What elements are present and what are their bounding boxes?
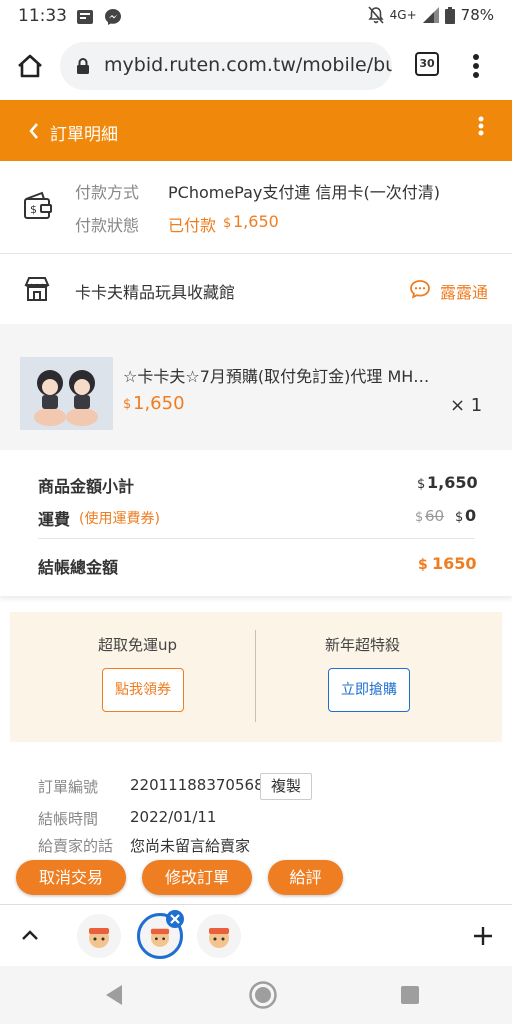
buy-now-button[interactable]: 立即搶購 bbox=[328, 668, 410, 712]
product-thumbnail bbox=[20, 357, 113, 430]
network-type: 4G+ bbox=[389, 8, 417, 22]
payment-status-label: 付款狀態 bbox=[75, 216, 140, 235]
shop-name: 卡卡夫精品玩具收藏館 bbox=[75, 283, 236, 302]
battery-percent: 78% bbox=[460, 6, 494, 24]
product-price: 1,650 bbox=[133, 393, 185, 414]
subtotal-value: 1,650 bbox=[427, 473, 478, 492]
product-quantity: × 1 bbox=[450, 395, 483, 416]
promo-right-title: 新年超特殺 bbox=[325, 636, 401, 654]
message-label: 給賣家的話 bbox=[38, 837, 114, 855]
status-time: 11:33 bbox=[18, 6, 67, 26]
payment-currency: $ bbox=[223, 216, 232, 231]
promo-divider bbox=[255, 630, 256, 722]
copy-button[interactable]: 複製 bbox=[260, 773, 312, 800]
messenger-icon bbox=[105, 9, 121, 25]
subtotal-label: 商品金額小計 bbox=[38, 477, 135, 496]
subtotal-currency: $ bbox=[417, 477, 426, 492]
payment-method-label: 付款方式 bbox=[75, 183, 140, 202]
battery-icon bbox=[444, 6, 455, 24]
total-currency: $ bbox=[418, 557, 428, 573]
tab-favicon bbox=[89, 928, 109, 948]
back-icon[interactable] bbox=[28, 122, 40, 140]
claim-coupon-button[interactable]: 點我領券 bbox=[102, 668, 184, 712]
cancel-order-button[interactable]: 取消交易 bbox=[16, 860, 126, 895]
shipping-original-currency: $ bbox=[415, 510, 424, 525]
product-title: ☆卡卡夫☆7月預購(取付免訂金)代理 MH… bbox=[123, 367, 430, 386]
mute-bell-icon bbox=[368, 6, 384, 24]
home-icon[interactable] bbox=[16, 53, 44, 79]
home-nav-icon[interactable] bbox=[248, 980, 278, 1010]
back-nav-icon[interactable] bbox=[104, 984, 124, 1006]
payment-status-value: 已付款 bbox=[168, 216, 217, 235]
chevron-up-icon[interactable] bbox=[21, 929, 39, 941]
product-currency: $ bbox=[123, 397, 132, 412]
shipping-original-price: 60 bbox=[425, 507, 445, 525]
summary-divider bbox=[38, 538, 475, 539]
new-tab-icon[interactable] bbox=[472, 925, 494, 947]
payment-amount: 1,650 bbox=[233, 212, 279, 231]
svg-text:$: $ bbox=[30, 203, 37, 216]
promo-left-title: 超取免運up bbox=[98, 636, 178, 654]
page-header: 訂單明細 bbox=[0, 100, 512, 161]
total-value: 1650 bbox=[432, 554, 477, 573]
message-value: 您尚未留言給賣家 bbox=[130, 837, 251, 855]
review-button[interactable]: 給評 bbox=[268, 860, 343, 895]
signal-icon bbox=[422, 7, 439, 23]
browser-toolbar: mybid.ruten.com.tw/mobile/buy 30 bbox=[0, 34, 512, 100]
recents-nav-icon[interactable] bbox=[400, 985, 420, 1005]
chat-icon[interactable] bbox=[409, 279, 431, 299]
more-icon[interactable] bbox=[478, 116, 484, 136]
total-label: 結帳總金額 bbox=[38, 558, 119, 577]
url-text: mybid.ruten.com.tw/mobile/buy bbox=[104, 54, 392, 76]
tab-favicon bbox=[209, 928, 229, 948]
chat-link[interactable]: 露露通 bbox=[440, 279, 488, 303]
browser-menu-icon[interactable] bbox=[472, 53, 480, 79]
close-tab-icon[interactable] bbox=[165, 909, 185, 929]
lock-icon bbox=[77, 58, 89, 74]
wallet-icon: $ bbox=[24, 191, 52, 219]
order-number-value: 22011188370568 bbox=[130, 776, 264, 794]
store-icon bbox=[24, 277, 50, 301]
shipping-note: (使用運費券) bbox=[79, 511, 160, 527]
news-app-icon bbox=[77, 10, 93, 24]
shipping-currency: $ bbox=[455, 510, 464, 525]
tab-switcher-button[interactable]: 30 bbox=[415, 52, 439, 76]
modify-order-button[interactable]: 修改訂單 bbox=[142, 860, 252, 895]
payment-method-value: PChomePay支付連 信用卡(一次付清) bbox=[168, 183, 440, 202]
system-nav-bar bbox=[0, 966, 512, 1024]
checkout-time-label: 結帳時間 bbox=[38, 810, 99, 828]
shop-row[interactable]: 卡卡夫精品玩具收藏館 露露通 bbox=[0, 255, 512, 324]
tab-strip bbox=[0, 904, 512, 966]
tab-thumbnail[interactable] bbox=[77, 914, 121, 958]
payment-section: $ 付款方式 PChomePay支付連 信用卡(一次付清) 付款狀態 已付款 $… bbox=[0, 161, 512, 254]
product-row[interactable]: ☆卡卡夫☆7月預購(取付免訂金)代理 MH… $ 1,650 × 1 bbox=[0, 324, 512, 450]
shipping-label: 運費 bbox=[38, 510, 71, 529]
promo-banner: 超取免運up 點我領券 新年超特殺 立即搶購 bbox=[10, 612, 502, 742]
checkout-time-value: 2022/01/11 bbox=[130, 808, 217, 826]
order-details: 訂單編號 22011188370568 複製 結帳時間 2022/01/11 給… bbox=[0, 760, 512, 855]
tab-thumbnail[interactable] bbox=[197, 914, 241, 958]
price-summary: 商品金額小計 $ 1,650 運費 (使用運費券) $ 60 $ 0 結帳總金額… bbox=[0, 450, 512, 596]
status-bar: 11:33 4G+ 78% bbox=[0, 0, 512, 34]
order-number-label: 訂單編號 bbox=[38, 778, 99, 796]
shipping-value: 0 bbox=[465, 506, 477, 525]
address-bar[interactable]: mybid.ruten.com.tw/mobile/buy bbox=[60, 42, 392, 90]
page-title: 訂單明細 bbox=[50, 125, 118, 145]
